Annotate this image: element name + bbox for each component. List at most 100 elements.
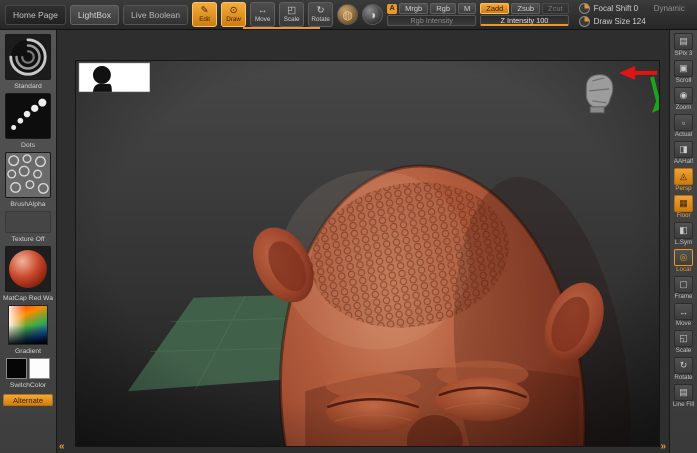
z-intensity-slider[interactable]: Z Intensity 100 <box>480 15 569 26</box>
scale-label: Scale <box>283 16 300 23</box>
orbit-icon[interactable]: ↻ <box>674 357 693 374</box>
move-label: Move <box>254 16 271 23</box>
actual-size-icon[interactable]: ▫ <box>674 114 693 131</box>
sculpt-mode-group: Zadd Zsub Zcut Z Intensity 100 <box>480 3 569 26</box>
right-shelf-item-rotate[interactable]: ↻ Rotate <box>670 357 697 382</box>
right-shelf-item-frame[interactable]: ▢ Frame <box>670 276 697 301</box>
right-shelf-item-move[interactable]: ↔ Move <box>670 303 697 328</box>
rotate-label: Rotate <box>311 16 330 23</box>
right-shelf-item-zoom[interactable]: ◉ Zoom <box>670 87 697 112</box>
crackle-alpha-icon <box>6 153 50 197</box>
switch-color-label: SwitchColor <box>9 382 47 389</box>
texture-label: Texture Off <box>11 236 45 243</box>
frame-icon[interactable]: ▢ <box>674 276 693 293</box>
draw-label: Draw <box>226 16 241 23</box>
secondary-color-swatch[interactable] <box>29 358 50 379</box>
edit-label: Edit <box>199 16 211 23</box>
rgb-intensity-slider[interactable]: Rgb Intensity <box>387 15 477 26</box>
slider-indicator <box>243 27 320 29</box>
m-button[interactable]: M <box>458 3 477 14</box>
scroll-icon[interactable]: ▣ <box>674 60 693 77</box>
right-shelf-item-persp[interactable]: ◬ Persp <box>670 168 697 193</box>
left-shelf: Standard Dots BrushAlpha Texture Off Mat… <box>0 30 57 453</box>
material-thumbnail[interactable] <box>5 246 51 292</box>
move-button[interactable]: ↔ Move <box>250 2 276 27</box>
home-page-button[interactable]: Home Page <box>5 4 66 25</box>
alpha-label: BrushAlpha <box>10 201 46 208</box>
draw-size-knob[interactable] <box>578 15 590 27</box>
main-color-swatch[interactable] <box>6 358 27 379</box>
stroke-label: Dots <box>21 142 35 149</box>
right-shelf-item-local[interactable]: ◎ Local <box>670 249 697 274</box>
right-shelf-item-scroll[interactable]: ▣ Scroll <box>670 60 697 85</box>
line-fill-icon[interactable]: ▤ <box>674 384 693 401</box>
alternate-button[interactable]: Alternate <box>3 394 53 406</box>
sculptris-pro-icon[interactable]: ◍ <box>337 4 359 25</box>
live-boolean-button[interactable]: Live Boolean <box>122 4 189 25</box>
left-tray-toggle-icon[interactable]: « <box>59 442 65 452</box>
right-shelf-item-actual[interactable]: ▫ Actual <box>670 114 697 139</box>
right-shelf-item-spix[interactable]: ▤ SPix 3 <box>670 33 697 58</box>
focal-shift-label: Focal Shift 0 <box>593 3 639 13</box>
mrgb-button[interactable]: Mrgb <box>399 3 429 14</box>
viewport[interactable]: « » <box>57 30 669 453</box>
draw-size-label: Draw Size 124 <box>593 16 646 26</box>
zoom-icon[interactable]: ◉ <box>674 87 693 104</box>
material-label: MatCap Red Wa <box>3 295 53 302</box>
zsub-button[interactable]: Zsub <box>511 3 541 14</box>
focal-shift-knob[interactable] <box>578 2 590 14</box>
perspective-icon[interactable]: ◬ <box>674 168 693 185</box>
scale-icon: ◰ <box>287 5 297 16</box>
draw-button[interactable]: ⊙ Draw <box>221 2 247 27</box>
viewport-canvas[interactable] <box>76 61 659 446</box>
top-shelf: Home Page LightBox Live Boolean ✎ Edit ⊙… <box>0 0 697 30</box>
rotate-icon: ↻ <box>316 5 325 16</box>
zbrush-app: Home Page LightBox Live Boolean ✎ Edit ⊙… <box>0 0 697 453</box>
brush-settings-group: Focal Shift 0 Draw Size 124 <box>578 2 646 27</box>
zcut-button[interactable]: Zcut <box>542 3 569 14</box>
pen-icon: ⊙ <box>229 5 238 16</box>
document-area[interactable] <box>75 60 660 447</box>
local-transform-icon[interactable]: ◎ <box>674 249 693 266</box>
rotate-button[interactable]: ↻ Rotate <box>308 2 334 27</box>
lightbox-button[interactable]: LightBox <box>69 4 119 25</box>
gradient-label: Gradient <box>14 348 42 355</box>
document-thumbnail <box>78 62 150 93</box>
standard-brush-icon <box>6 35 50 79</box>
color-swatches <box>6 358 50 379</box>
rgb-button[interactable]: Rgb <box>430 3 456 14</box>
paint-mode-group: A Mrgb Rgb M Rgb Intensity <box>387 3 477 26</box>
pencil-icon: ✎ <box>200 5 209 16</box>
right-shelf-item-lsym[interactable]: ◧ L.Sym <box>670 222 697 247</box>
material-sphere-icon[interactable]: ◑ <box>362 4 384 25</box>
vignette <box>76 61 659 446</box>
color-picker[interactable] <box>8 305 48 345</box>
stroke-thumbnail[interactable] <box>5 93 51 139</box>
brush-disc-icon: ◍ <box>342 7 353 22</box>
brush-label: Standard <box>14 83 42 90</box>
alpha-thumbnail[interactable] <box>5 152 51 198</box>
texture-slot[interactable] <box>5 211 51 233</box>
pan-icon[interactable]: ↔ <box>674 303 693 320</box>
right-shelf-item-linefill[interactable]: ▤ Line Fill <box>670 384 697 409</box>
head-silhouette-icon <box>92 65 111 84</box>
local-symmetry-icon[interactable]: ◧ <box>674 222 693 239</box>
floor-grid-icon[interactable]: ▦ <box>674 195 693 212</box>
right-shelf-item-aahalf[interactable]: ◨ AAHalf <box>670 141 697 166</box>
right-tray-toggle-icon[interactable]: » <box>660 442 666 452</box>
active-alpha-badge: A <box>387 3 398 14</box>
right-shelf: ▤ SPix 3 ▣ Scroll ◉ Zoom ▫ Actual ◨ AAHa… <box>669 30 697 453</box>
edit-button[interactable]: ✎ Edit <box>192 2 218 27</box>
right-shelf-item-scale[interactable]: ◱ Scale <box>670 330 697 355</box>
zoom-scale-icon[interactable]: ◱ <box>674 330 693 347</box>
move-icon: ↔ <box>257 5 268 16</box>
zadd-button[interactable]: Zadd <box>480 3 510 14</box>
aahalf-icon[interactable]: ◨ <box>674 141 693 158</box>
scale-button[interactable]: ◰ Scale <box>279 2 305 27</box>
dots-stroke-icon <box>6 94 50 138</box>
sphere-icon: ◑ <box>369 7 377 22</box>
dynamic-toggle[interactable]: Dynamic <box>654 4 685 13</box>
spix-icon[interactable]: ▤ <box>674 33 693 50</box>
brush-thumbnail[interactable] <box>5 34 51 80</box>
right-shelf-item-floor[interactable]: ▦ Floor <box>670 195 697 220</box>
